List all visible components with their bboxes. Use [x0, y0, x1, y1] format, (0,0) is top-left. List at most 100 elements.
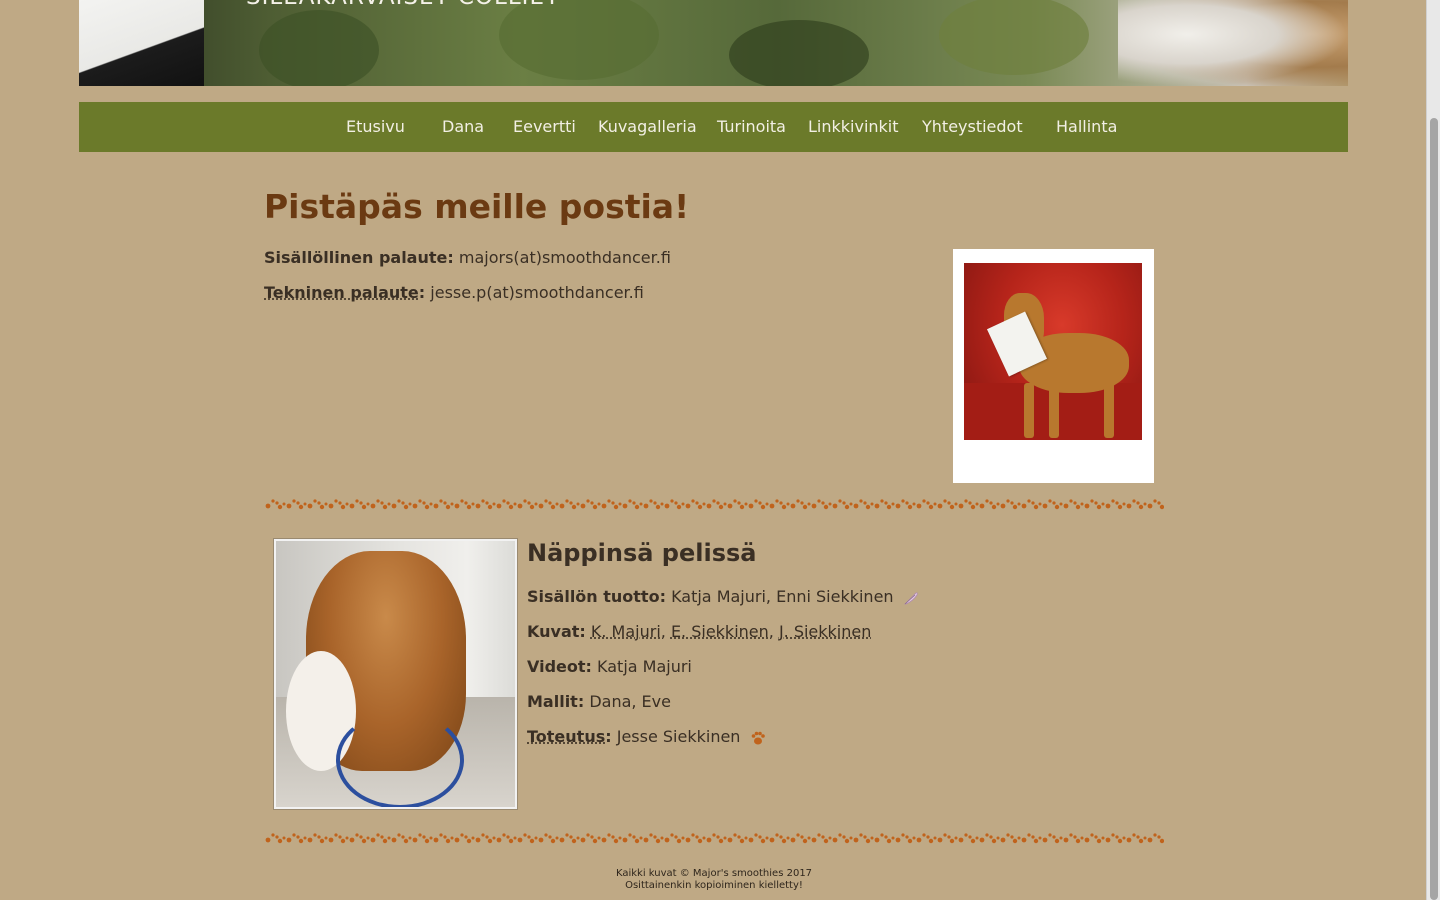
paw-print: [916, 833, 937, 844]
nav-item-etusivu[interactable]: Etusivu: [346, 102, 405, 152]
paw-print: [769, 833, 790, 844]
dog-letter-photo: [953, 249, 1154, 483]
paw-divider-pattern: [264, 499, 1164, 518]
tech-feedback-colon: :: [418, 283, 426, 302]
paw-print: [1105, 833, 1126, 844]
paw-print: [1147, 499, 1164, 510]
paw-print: [1126, 499, 1147, 510]
page-title: Pistäpäs meille postia!: [264, 187, 690, 226]
paw-print: [874, 833, 895, 844]
credits-photos-label: Kuvat:: [527, 622, 586, 641]
paw-divider-pattern: [264, 833, 1164, 852]
credits-photos-row: Kuvat: K. Majuri, E. Siekkinen, J. Siekk…: [527, 622, 872, 641]
paw-print: [601, 833, 622, 844]
credits-models-value: Dana, Eve: [589, 692, 671, 711]
credits-content-row: Sisällön tuotto: Katja Majuri, Enni Siek…: [527, 587, 919, 606]
banner-title: SILEÄKARVAISET COLLIET: [246, 0, 560, 10]
paw-print: [517, 499, 538, 510]
credits-implementation-label[interactable]: Toteutus: [527, 727, 605, 746]
paw-print: [1126, 833, 1147, 844]
paw-print: [412, 499, 433, 510]
credits-videos-label: Videot:: [527, 657, 592, 676]
paw-print: [811, 499, 832, 510]
nav-item-eevertti[interactable]: Eevertti: [513, 102, 576, 152]
paw-print: [559, 499, 580, 510]
paw-print: [580, 499, 601, 510]
paw-print: [979, 833, 1000, 844]
nav-item-hallinta[interactable]: Hallinta: [1056, 102, 1117, 152]
paw-print: [916, 499, 937, 510]
photographer-k-majuri[interactable]: K. Majuri: [591, 622, 661, 641]
dog-cable-photo: [274, 539, 517, 809]
paw-print: [538, 833, 559, 844]
paw-print: [559, 833, 580, 844]
vertical-scrollbar[interactable]: [1426, 0, 1440, 900]
paw-print: [958, 499, 979, 510]
header-banner: SILEÄKARVAISET COLLIET: [79, 0, 1348, 86]
paw-print: [874, 499, 895, 510]
paw-print: [454, 499, 475, 510]
paw-print: [265, 833, 286, 844]
content-feedback-email: majors(at)smoothdancer.fi: [458, 248, 671, 267]
paw-print: [706, 499, 727, 510]
paw-print: [412, 833, 433, 844]
paw-print: [1063, 499, 1084, 510]
photographer-j-siekkinen[interactable]: J. Siekkinen: [779, 622, 871, 641]
paw-print: [454, 833, 475, 844]
paw-print: [727, 833, 748, 844]
nav-item-dana[interactable]: Dana: [442, 102, 484, 152]
tech-feedback-label[interactable]: Tekninen palaute: [264, 283, 419, 302]
paw-print: [370, 499, 391, 510]
paw-print: [517, 833, 538, 844]
paw-print: [265, 499, 286, 510]
paw-print: [643, 833, 664, 844]
paw-print: [496, 833, 517, 844]
footer-notice: Osittainenkin kopioiminen kielletty!: [625, 880, 803, 891]
content-feedback-row: Sisällöllinen palaute: majors(at)smoothd…: [264, 248, 671, 267]
nav-item-linkkivinkit[interactable]: Linkkivinkit: [808, 102, 899, 152]
photo-dog-leg: [1104, 378, 1114, 438]
paw-print: [496, 499, 517, 510]
banner-dog-left-image: [79, 0, 204, 86]
credits-implementation-colon: :: [605, 727, 612, 746]
nav-item-kuvagalleria[interactable]: Kuvagalleria: [598, 102, 697, 152]
paw-print: [1021, 833, 1042, 844]
paw-print: [391, 499, 412, 510]
paw-print: [958, 833, 979, 844]
paw-print: [769, 499, 790, 510]
paw-print: [790, 499, 811, 510]
photographer-e-siekkinen[interactable]: E. Siekkinen: [671, 622, 769, 641]
paw-print: [391, 833, 412, 844]
paw-print: [1042, 499, 1063, 510]
credits-implementation-row: Toteutus: Jesse Siekkinen: [527, 727, 766, 746]
dog-letter-image: [964, 263, 1142, 440]
nav-item-turinoita[interactable]: Turinoita: [717, 102, 786, 152]
paw-print: [853, 833, 874, 844]
paw-print: [286, 499, 307, 510]
paw-print: [1147, 833, 1164, 844]
credits-videos-value: Katja Majuri: [597, 657, 692, 676]
paw-print: [895, 499, 916, 510]
banner-leaf: [939, 0, 1089, 75]
scrollbar-thumb[interactable]: [1430, 118, 1438, 900]
credits-videos-row: Videot: Katja Majuri: [527, 657, 692, 676]
nav-item-yhteystiedot[interactable]: Yhteystiedot: [922, 102, 1023, 152]
footer-copyright: Kaikki kuvat © Major's smoothies 2017: [615, 868, 813, 879]
paw-print: [1000, 833, 1021, 844]
paw-print: [748, 833, 769, 844]
paw-print: [1063, 833, 1084, 844]
tech-feedback-row: Tekninen palaute: jesse.p(at)smoothdance…: [264, 283, 644, 302]
paw-print: [286, 833, 307, 844]
paw-print: [895, 833, 916, 844]
paw-print: [349, 499, 370, 510]
paw-divider: [264, 494, 1164, 518]
paw-print: [622, 833, 643, 844]
paw-print: [748, 499, 769, 510]
banner-leaf: [729, 20, 869, 86]
paw-icon: [751, 731, 765, 744]
paw-print: [706, 833, 727, 844]
paw-print: [1021, 499, 1042, 510]
paw-print: [328, 499, 349, 510]
paw-print: [937, 499, 958, 510]
credits-models-row: Mallit: Dana, Eve: [527, 692, 671, 711]
